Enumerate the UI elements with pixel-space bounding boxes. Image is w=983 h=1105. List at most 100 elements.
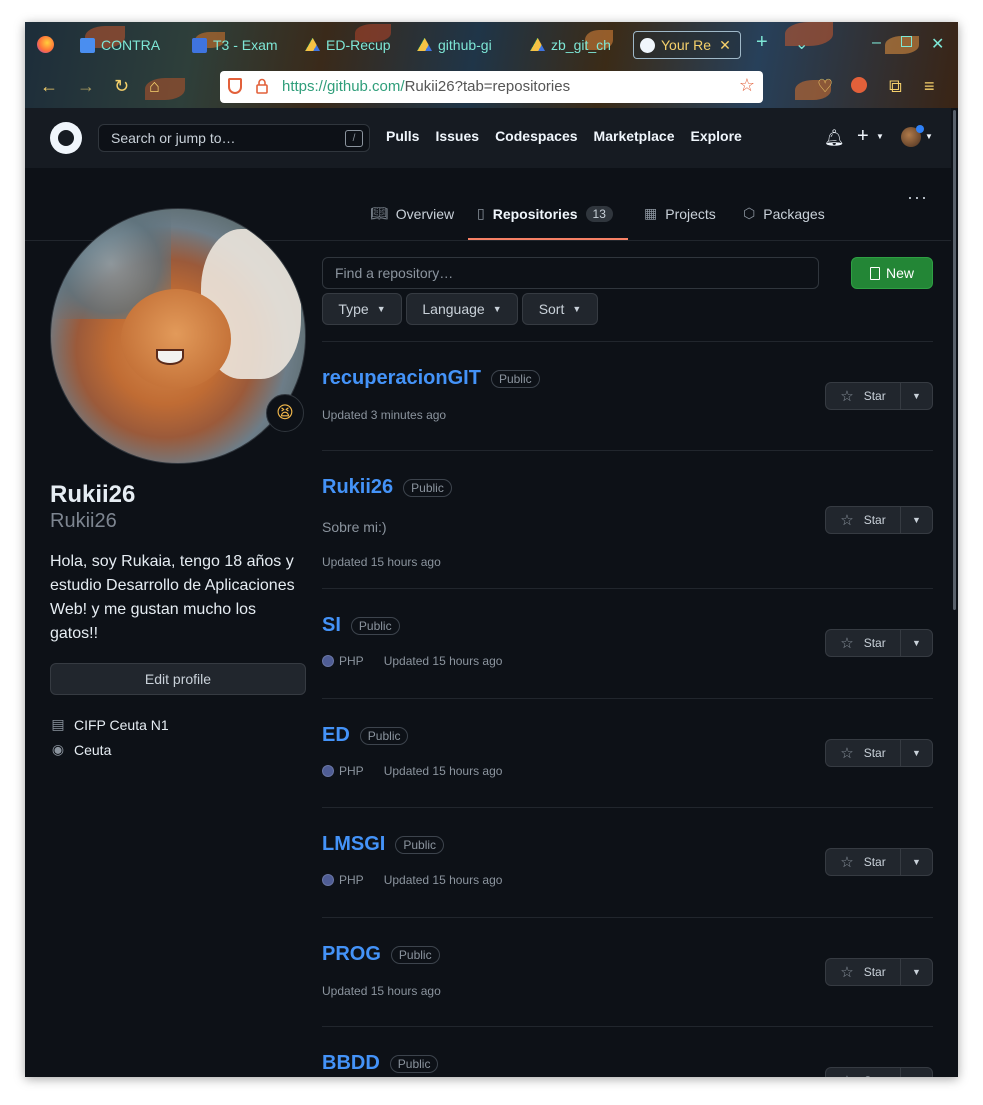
bookmark-star-icon[interactable]: ☆: [739, 75, 755, 96]
profile-bio: Hola, soy Rukaia, tengo 18 años y estudi…: [50, 553, 295, 642]
firefox-icon[interactable]: [37, 36, 54, 53]
url-text[interactable]: https://github.com/Rukii26?tab=repositor…: [282, 78, 570, 95]
star-label: Star: [863, 855, 886, 869]
repo-name-link[interactable]: PROG: [322, 943, 381, 966]
tab-t3-exam[interactable]: T3 - Exam: [192, 31, 280, 59]
user-avatar[interactable]: [901, 125, 924, 147]
lock-icon[interactable]: [256, 78, 268, 94]
repo-title-row: PROG Public: [322, 943, 440, 966]
find-repository-input[interactable]: Find a repository…: [322, 257, 819, 289]
visibility-badge: Public: [350, 616, 400, 635]
star-button-group: ☆ Star ▼: [825, 739, 933, 767]
repo-updated: Updated 15 hours ago: [383, 654, 503, 668]
star-button[interactable]: ☆ Star: [826, 740, 901, 766]
status-emoji-icon[interactable]: 😫: [266, 394, 304, 432]
nav-codespaces[interactable]: Codespaces: [495, 128, 577, 144]
menu-icon[interactable]: ≡: [924, 76, 935, 97]
github-header: Search or jump to… / Pulls Issues Codesp…: [25, 108, 958, 168]
forward-icon[interactable]: →: [77, 76, 95, 97]
star-list-dropdown[interactable]: ▼: [901, 507, 932, 533]
star-button[interactable]: ☆ Star: [826, 507, 901, 533]
repo-name-link[interactable]: LMSGI: [322, 833, 385, 856]
repo-updated: Updated 15 hours ago: [322, 555, 441, 569]
repo-name-link[interactable]: BBDD: [322, 1052, 380, 1075]
tracking-shield-icon[interactable]: [228, 78, 242, 94]
star-button[interactable]: ☆ Star: [826, 959, 901, 985]
chevron-down-icon[interactable]: ▼: [925, 132, 933, 141]
close-window-icon[interactable]: ✕: [931, 34, 944, 54]
tab-contra[interactable]: CONTRA: [80, 31, 162, 59]
star-list-dropdown[interactable]: ▼: [901, 383, 932, 409]
tab-ed-recup[interactable]: ED-Recup: [305, 31, 393, 59]
star-button[interactable]: ☆ Star: [826, 849, 901, 875]
repo-name-link[interactable]: SI: [322, 614, 341, 637]
extensions-icon[interactable]: ⧉: [889, 76, 902, 97]
edit-profile-button[interactable]: Edit profile: [50, 663, 306, 695]
search-input[interactable]: Search or jump to… /: [98, 124, 370, 152]
repo-title-row: ED Public: [322, 724, 409, 747]
sort-filter-button[interactable]: Sort ▼: [522, 293, 598, 325]
maximize-icon[interactable]: [901, 36, 912, 47]
star-list-dropdown[interactable]: ▼: [901, 959, 932, 985]
organization-row: ▤ CIFP Ceuta N1: [50, 716, 168, 733]
repo-name-link[interactable]: recuperacionGIT: [322, 367, 481, 390]
active-tab-underline: [468, 238, 628, 240]
nav-marketplace[interactable]: Marketplace: [594, 128, 675, 144]
repo-title-row: LMSGI Public: [322, 833, 445, 856]
drive-icon: [417, 37, 432, 51]
tab-packages[interactable]: ⬡ Packages: [743, 205, 825, 222]
table-icon: ▦: [644, 205, 658, 221]
tab-overview[interactable]: 📖︎ Overview: [370, 205, 454, 222]
star-button[interactable]: ☆ Star: [826, 1068, 901, 1077]
star-list-dropdown[interactable]: ▼: [901, 849, 932, 875]
tab-repositories[interactable]: ▯ Repositories 13: [477, 205, 613, 222]
nav-explore[interactable]: Explore: [690, 128, 741, 144]
star-button[interactable]: ☆ Star: [826, 630, 901, 656]
star-list-dropdown[interactable]: ▼: [901, 630, 932, 656]
star-list-dropdown[interactable]: ▼: [901, 740, 932, 766]
new-repository-button[interactable]: New: [851, 257, 933, 289]
visibility-badge: Public: [403, 478, 452, 497]
star-label: Star: [863, 636, 886, 650]
reload-icon[interactable]: ↻: [114, 76, 129, 97]
nav-issues[interactable]: Issues: [435, 128, 479, 144]
tab-zb-git[interactable]: zb_git_ch: [530, 31, 618, 59]
scrollbar-thumb[interactable]: [953, 110, 956, 610]
notifications-bell-icon[interactable]: 🔔︎: [824, 128, 844, 148]
tab-github-gi[interactable]: github-gi: [417, 31, 505, 59]
drive-icon: [530, 37, 545, 51]
star-button-group: ☆ Star ▼: [825, 958, 933, 986]
profile-avatar[interactable]: [50, 208, 306, 464]
close-tab-icon[interactable]: ✕: [719, 37, 731, 54]
language-filter-button[interactable]: Language ▼: [406, 293, 518, 325]
repo-name-link[interactable]: ED: [322, 724, 350, 747]
tab-projects[interactable]: ▦ Projects: [644, 205, 716, 222]
star-list-dropdown[interactable]: ▼: [901, 1068, 932, 1077]
profile-username: Rukii26: [50, 510, 117, 532]
star-icon: ☆: [840, 512, 854, 529]
address-bar[interactable]: https://github.com/Rukii26?tab=repositor…: [220, 71, 763, 103]
type-filter-button[interactable]: Type ▼: [322, 293, 402, 325]
minimize-icon[interactable]: –: [872, 34, 881, 52]
star-button[interactable]: ☆ Star: [826, 383, 901, 409]
repo-name-link[interactable]: Rukii26: [322, 476, 393, 499]
home-icon[interactable]: ⌂: [149, 76, 160, 97]
nav-pulls[interactable]: Pulls: [386, 128, 419, 144]
github-logo-icon[interactable]: [50, 122, 82, 154]
chevron-down-icon: ▼: [572, 304, 582, 314]
create-new-plus-icon[interactable]: +: [857, 125, 869, 148]
tab-label: T3 - Exam: [213, 37, 278, 53]
book-icon: 📖︎: [370, 205, 388, 221]
list-tabs-icon[interactable]: ⌄: [795, 34, 808, 54]
chevron-down-icon[interactable]: ▼: [876, 132, 884, 141]
tab-your-repos[interactable]: Your Re ✕: [633, 31, 741, 59]
tab-label: github-gi: [438, 37, 492, 53]
back-icon[interactable]: ←: [40, 76, 58, 97]
pocket-icon[interactable]: ♡: [817, 76, 833, 97]
ublock-icon[interactable]: [851, 77, 867, 93]
star-button-group: ☆ Star ▼: [825, 848, 933, 876]
navigation-bar: ← → ↻ ⌂ https://github.com/Rukii26?tab=r…: [25, 68, 958, 106]
more-options-icon[interactable]: ···: [907, 187, 928, 208]
new-tab-icon[interactable]: +: [756, 31, 768, 54]
repo-item: PROG Public Updated 15 hours ago ☆ Star ▼: [322, 917, 933, 1026]
